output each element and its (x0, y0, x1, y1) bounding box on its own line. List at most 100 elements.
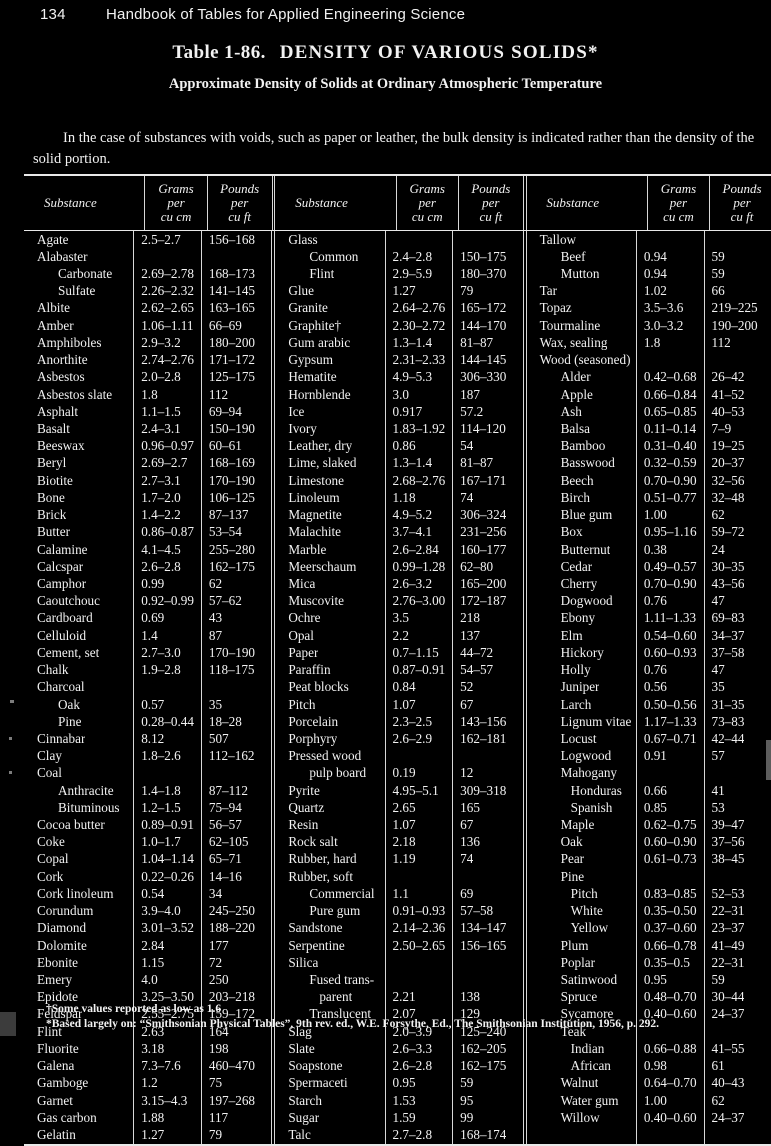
pounds-per-cu-ft-value: 59 (711, 248, 725, 264)
substance-name: Bituminous (58, 799, 120, 815)
grams-per-cu-cm-value: 3.5–3.6 (643, 300, 684, 316)
table-row: 57 (704, 748, 771, 765)
pounds-per-cu-ft-value: 198 (208, 1040, 229, 1056)
table-row: Ivory (275, 420, 384, 437)
table-row: Linoleum (275, 489, 384, 506)
grams-per-cu-cm-value: 1.2 (141, 1075, 158, 1091)
substance-name: Ice (288, 403, 305, 419)
table-row: 0.37–0.60 (637, 920, 704, 937)
grams-per-cu-cm-value: 0.70–0.90 (643, 575, 697, 591)
table-row: 1.8–2.6 (134, 748, 201, 765)
intro-paragraph: In the case of substances with voids, su… (33, 128, 771, 170)
table-row: Glass (275, 231, 384, 248)
substance-name: Larch (560, 696, 592, 712)
substance-name: Amber (37, 317, 74, 333)
pounds-per-cu-ft-value: 177 (208, 937, 229, 953)
table-row: 22–31 (704, 954, 771, 971)
substance-name: Pyrite (288, 782, 320, 798)
table-row: 0.35–0.50 (637, 903, 704, 920)
table-row: Malachite (275, 524, 384, 541)
pounds-per-cu-ft-value: 59 (460, 1075, 474, 1091)
grams-per-cu-cm-value: 2.6–3.3 (392, 1040, 433, 1056)
table-row: 0.60–0.90 (637, 834, 704, 851)
table-row: Opal (275, 627, 384, 644)
table-row: 1.2 (134, 1075, 201, 1092)
table-row (704, 868, 771, 885)
pounds-per-cu-ft-value (453, 869, 463, 885)
grams-per-cu-cm-value: 0.60–0.93 (643, 644, 697, 660)
grams-per-cu-cm-value: 0.28–0.44 (141, 713, 194, 729)
table-row: 2.9–5.9 (386, 265, 453, 282)
table-row: 141–145 (202, 283, 272, 300)
table-row: 117 (202, 1109, 272, 1126)
table-row: 156–168 (202, 231, 272, 248)
table-row: 180–200 (202, 334, 272, 351)
table-row: 0.19 (386, 765, 453, 782)
table-row: 60–61 (202, 438, 272, 455)
substance-name: Caoutchouc (37, 593, 100, 609)
table-row: Poplar (527, 954, 636, 971)
pounds-per-cu-ft-value: 67 (460, 817, 474, 833)
pounds-per-cu-ft-value: 54 (460, 438, 474, 454)
pounds-per-cu-ft-value (453, 232, 463, 248)
table-row: Plum (527, 937, 636, 954)
table-row: 1.4–1.8 (134, 782, 201, 799)
table-row: Common (275, 248, 384, 265)
table-row: Gamboge (24, 1075, 133, 1092)
grams-per-cu-cm-value: 0.31–0.40 (643, 438, 697, 454)
grams-per-cu-cm-value: 3.15–4.3 (141, 1092, 188, 1108)
table-row: 59–72 (704, 524, 771, 541)
table-row: Wood (seasoned) (527, 352, 636, 369)
grams-per-cu-cm-value: 2.14–2.36 (392, 920, 446, 936)
grams-per-cu-cm-value: 1.1–1.5 (141, 403, 181, 419)
table-row (202, 679, 272, 696)
pounds-per-cu-ft-value: 117 (208, 1109, 229, 1125)
pounds-per-cu-ft-value: 79 (460, 283, 474, 299)
pounds-per-cu-ft-value: 106–125 (208, 489, 255, 505)
header-grams-per-cu-cm-3: Grams per cu cm (660, 181, 697, 224)
table-row: 0.64–0.70 (637, 1075, 704, 1092)
table-row: 180–370 (453, 265, 523, 282)
table-row: Camphor (24, 575, 133, 592)
grams-per-cu-cm-value: 2.7–2.8 (392, 1126, 433, 1142)
grams-per-cu-cm-value (637, 1127, 647, 1143)
substance-name: Butter (37, 524, 70, 540)
pounds-per-cu-ft-value: 112 (711, 334, 731, 350)
table-row: Hickory (527, 644, 636, 661)
grams-per-cu-cm-value: 1.3–1.4 (392, 455, 433, 471)
substance-name: Pure gum (309, 903, 361, 919)
pounds-per-cu-ft-value: 43 (208, 610, 223, 626)
table-row: 56–57 (202, 816, 272, 833)
table-row: 0.67–0.71 (637, 730, 704, 747)
table-row: 0.11–0.14 (637, 420, 704, 437)
substance-name: Beef (560, 248, 586, 264)
table-row: 0.84 (386, 679, 453, 696)
table-row: Serpentine (275, 937, 384, 954)
table-row: 0.65–0.85 (637, 403, 704, 420)
table-row: 41–55 (704, 1040, 771, 1057)
substance-name: Cinnabar (37, 730, 86, 746)
substance-name: Walnut (560, 1075, 599, 1091)
table-row: 2.14–2.36 (386, 920, 453, 937)
grams-per-cu-cm-value: 2.6–2.8 (141, 558, 181, 574)
table-row: 1.06–1.11 (134, 317, 201, 334)
table-row: 0.86–0.87 (134, 524, 201, 541)
table-row: Sugar (275, 1109, 384, 1126)
pounds-per-cu-ft-value: 57 (711, 748, 725, 764)
substance-name: Dogwood (560, 593, 613, 609)
table-row: 38–45 (704, 851, 771, 868)
table-row: 39–47 (704, 816, 771, 833)
table-row: 165–200 (453, 575, 523, 592)
pounds-per-cu-ft-value: 31–35 (711, 696, 745, 712)
grams-per-cu-cm-value: 0.49–0.57 (643, 558, 697, 574)
pounds-per-cu-ft-value: 197–268 (208, 1092, 255, 1108)
grams-per-cu-cm-value: 0.96–0.97 (141, 438, 194, 454)
substance-name: Fluorite (37, 1040, 79, 1056)
substance-name: Beeswax (37, 438, 85, 454)
header-substance-1: Substance (44, 195, 97, 210)
table-row: 44–72 (453, 644, 523, 661)
table-row: 197–268 (202, 1092, 272, 1109)
table-row: 57–58 (453, 903, 523, 920)
table-row: Maple (527, 816, 636, 833)
table-row: 1.27 (386, 283, 453, 300)
